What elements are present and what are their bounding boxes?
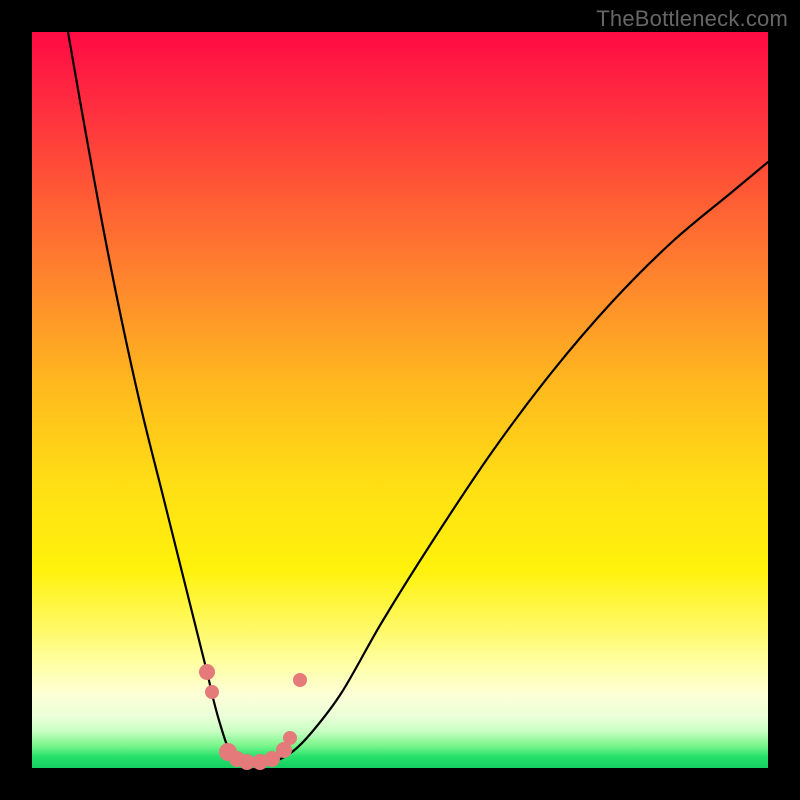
bottleneck-curve-path [68,32,768,763]
chart-frame: TheBottleneck.com [0,0,800,800]
plot-area [32,32,768,768]
bottleneck-curve-svg [32,32,768,768]
data-marker [293,673,307,687]
data-marker [205,685,219,699]
watermark-text: TheBottleneck.com [596,6,788,32]
data-markers [199,664,307,770]
data-marker [199,664,215,680]
data-marker [283,731,297,745]
